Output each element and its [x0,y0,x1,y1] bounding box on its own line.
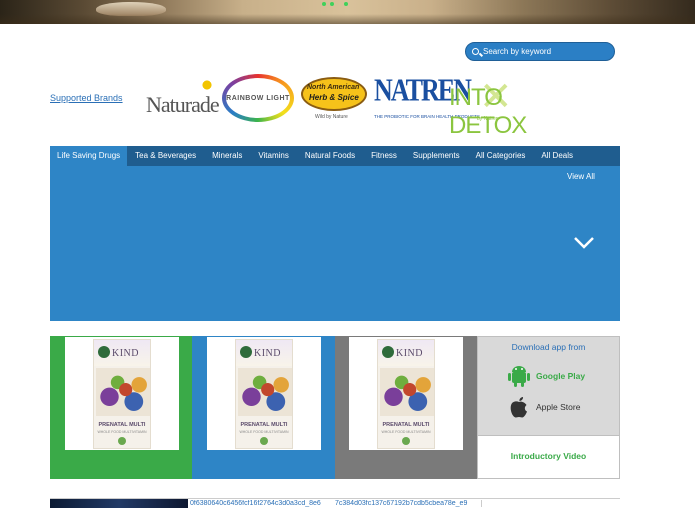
brand-logo-naturade[interactable]: Naturade [146,74,220,120]
brand-logo-text: North American [307,84,360,91]
chevron-down-icon[interactable] [573,236,595,250]
product-card[interactable]: KIND PRENATAL MULTI WHOLE FOOD MULTIVITA… [349,337,463,450]
product-name: PRENATAL MULTI [98,422,146,428]
product-card[interactable]: KIND PRENATAL MULTI WHOLE FOOD MULTIVITA… [65,337,179,450]
product-name: PRENATAL MULTI [240,422,288,428]
product-image: KIND PRENATAL MULTI WHOLE FOOD MULTIVITA… [377,339,435,449]
brand-icon [382,346,394,358]
tab-all-deals[interactable]: All Deals [533,146,581,166]
organic-seal-icon [118,437,126,445]
brand-tagline: by Natren [477,116,499,122]
hero-banner [0,0,695,24]
tab-vitamins[interactable]: Vitamins [250,146,297,166]
brand-logo-text: Herb & Spice [309,93,359,102]
apple-store-link[interactable]: Apple Store [508,395,580,419]
product-column: KIND PRENATAL MULTI WHOLE FOOD MULTIVITA… [335,336,477,479]
category-tab-bar: Life Saving Drugs Tea & Beverages Minera… [50,146,620,166]
brand-logo-text: RAINBOW LIGHT [226,95,290,102]
bottom-image-strip: 0f6380640c6456fcf16f2764c3d0a3cd_8e6 7c3… [50,498,620,508]
brand-tagline: Wild by Nature [315,114,348,120]
fruit-illustration [238,368,292,416]
product-card[interactable]: KIND PRENATAL MULTI WHOLE FOOD MULTIVITA… [207,337,321,450]
view-all-link[interactable]: View All [567,172,595,181]
brand-logo-text: Naturade [146,92,220,117]
product-column: KIND PRENATAL MULTI WHOLE FOOD MULTIVITA… [192,336,335,479]
slider-dots [322,2,348,6]
broken-image[interactable]: 0f6380640c6456fcf16f2764c3d0a3cd_8e6 [190,500,333,507]
tab-supplements[interactable]: Supplements [405,146,468,166]
page: Supported Brands Naturade RAINBOW LIGHT … [0,0,695,508]
search-box[interactable] [465,42,615,61]
android-icon [508,366,530,387]
brand-icon [98,346,110,358]
banner-image[interactable] [50,499,188,508]
product-grid: KIND PRENATAL MULTI WHOLE FOOD MULTIVITA… [50,336,620,479]
search-icon [472,48,479,55]
product-subtitle: WHOLE FOOD MULTIVITAMIN [239,430,289,434]
tab-minerals[interactable]: Minerals [204,146,250,166]
organic-seal-icon [260,437,268,445]
product-subtitle: WHOLE FOOD MULTIVITAMIN [97,430,147,434]
introductory-video-link[interactable]: Introductory Video [478,451,619,461]
product-brand: KIND [396,348,423,359]
brand-icon [240,346,252,358]
search-input[interactable] [483,47,608,56]
product-image: KIND PRENATAL MULTI WHOLE FOOD MULTIVITA… [235,339,293,449]
fruit-illustration [380,368,434,416]
broken-image[interactable]: 7c384d03fc137c67192b7cdb5cbea78e_e9 [335,500,482,507]
tab-life-saving-drugs[interactable]: Life Saving Drugs [50,146,128,166]
download-app-label: Download app from [511,342,586,352]
app-download-panel: Download app from Google Play Apple Stor… [477,336,620,479]
tab-fitness[interactable]: Fitness [363,146,405,166]
organic-seal-icon [402,437,410,445]
product-brand: KIND [254,348,281,359]
brand-logo-north-american-herb-spice[interactable]: North American Herb & Spice Wild by Natu… [299,74,369,124]
tab-natural-foods[interactable]: Natural Foods [297,146,363,166]
google-play-label: Google Play [536,371,586,381]
tab-tea-beverages[interactable]: Tea & Beverages [127,146,204,166]
product-name: PRENATAL MULTI [382,422,430,428]
slider-dot[interactable] [322,2,326,6]
google-play-link[interactable]: Google Play [508,364,585,388]
brand-logo-natren[interactable]: NATREN THE PROBIOTIC FOR BRAIN HEALTH PR… [374,72,480,124]
product-column: KIND PRENATAL MULTI WHOLE FOOD MULTIVITA… [50,336,192,479]
tab-all-categories[interactable]: All Categories [468,146,534,166]
product-brand: KIND [112,348,139,359]
product-subtitle: WHOLE FOOD MULTIVITAMIN [381,430,431,434]
supported-brands-link[interactable]: Supported Brands [50,93,123,103]
category-menu: Life Saving Drugs Tea & Beverages Minera… [50,146,620,321]
fruit-illustration [96,368,150,416]
product-image: KIND PRENATAL MULTI WHOLE FOOD MULTIVITA… [93,339,151,449]
apple-icon [510,397,527,418]
apple-store-label: Apple Store [536,402,581,412]
slider-dot[interactable] [344,2,348,6]
slider-dot[interactable] [330,2,334,6]
brand-logo-into-detox[interactable]: ✕ INTO DETOX by Natren [449,72,527,139]
brand-logo-text: INTO DETOX [449,84,527,139]
brand-logo-rainbow-light[interactable]: RAINBOW LIGHT [222,74,294,122]
